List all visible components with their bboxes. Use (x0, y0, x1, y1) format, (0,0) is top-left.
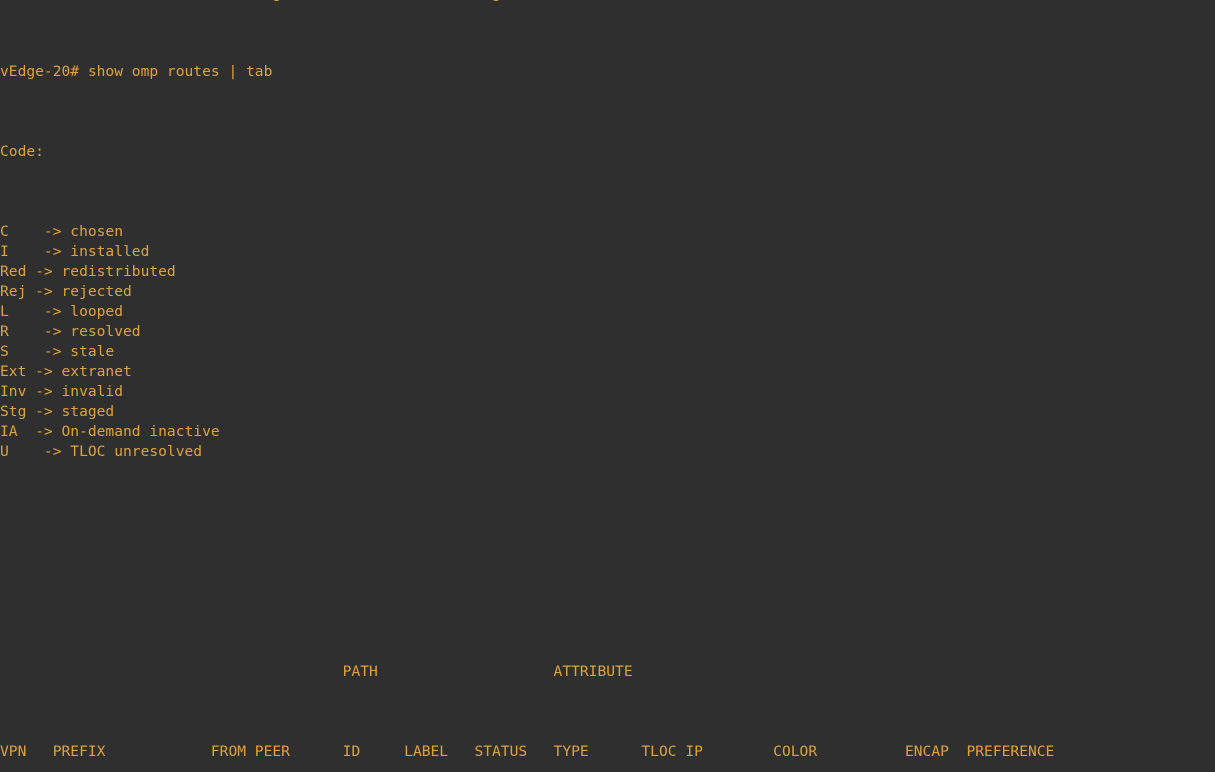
code-legend-item: IA -> On-demand inactive (0, 422, 1215, 442)
code-legend-item: Stg -> staged (0, 402, 1215, 422)
terminal-output: vEdge-20# show omp routes | tab Code: C … (0, 2, 1215, 772)
code-legend-item: Red -> redistributed (0, 262, 1215, 282)
code-legend-item: Ext -> extranet (0, 362, 1215, 382)
code-legend-item: L -> looped (0, 302, 1215, 322)
blank-line-1 (0, 522, 1215, 542)
code-legend-item: I -> installed (0, 242, 1215, 262)
blank-line-2 (0, 582, 1215, 602)
table-header-row: VPN PREFIX FROM PEER ID LABEL STATUS TYP… (0, 742, 1215, 762)
code-legend-item: U -> TLOC unresolved (0, 442, 1215, 462)
code-legend-list: C -> chosenI -> installedRed -> redistri… (0, 222, 1215, 462)
code-legend-item: Inv -> invalid (0, 382, 1215, 402)
command-prompt-line: vEdge-20# show omp routes | tab (0, 62, 1215, 82)
table-header-row-top: PATH ATTRIBUTE (0, 662, 1215, 682)
terminal-screen[interactable]: g g vEdge-20# show omp routes | tab Code… (0, 0, 1215, 772)
code-legend-item: R -> resolved (0, 322, 1215, 342)
code-legend-heading: Code: (0, 142, 1215, 162)
code-legend-item: S -> stale (0, 342, 1215, 362)
code-legend-item: Rej -> rejected (0, 282, 1215, 302)
code-legend-item: C -> chosen (0, 222, 1215, 242)
